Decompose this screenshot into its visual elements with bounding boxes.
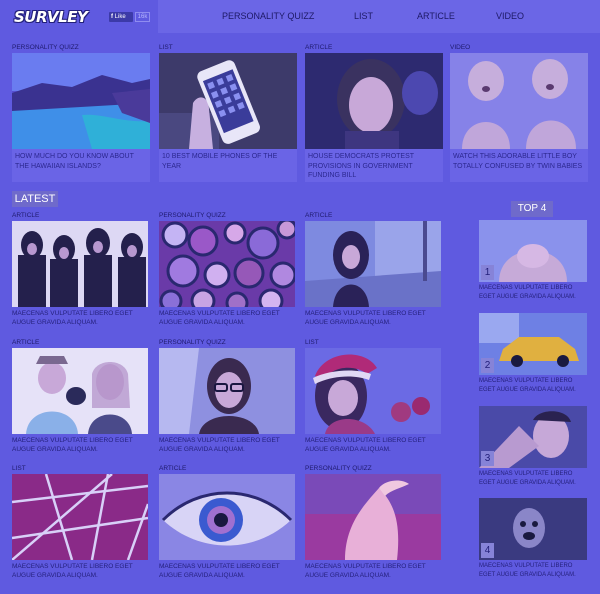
top4-heading: TOP 4 [511,201,553,217]
featured-image-babies[interactable] [450,53,588,149]
top4-image-hands[interactable]: 1 [479,220,587,282]
featured-category: ARTICLE [305,44,333,51]
latest-caption[interactable]: MAECENAS VULPUTATE LIBERO EGET AUGUE GRA… [12,436,148,454]
featured-caption[interactable]: HOUSE DEMOCRATS PROTEST PROVISIONS IN GO… [305,149,443,182]
latest-image-woman-glasses[interactable] [159,348,295,434]
facebook-icon: f [111,14,113,20]
nav-list[interactable]: LIST [354,11,373,21]
top4-image-scary-face[interactable]: 4 [479,498,587,560]
latest-image-eye[interactable] [159,474,295,560]
top4-card[interactable]: 1 MAECENAS VULPUTATE LIBERO EGET AUGUE G… [479,220,587,301]
latest-card[interactable]: PERSONALITY QUIZZ MAECENAS VULPUTATE LIB… [305,464,441,580]
latest-card[interactable]: LIST MAECENAS VULPUTATE LIBERO EGET AUGU… [12,464,148,580]
site-logo[interactable]: SURVLEY [14,8,88,26]
latest-image-couple[interactable] [12,348,148,434]
latest-category: PERSONALITY QUIZZ [159,212,226,219]
latest-caption[interactable]: MAECENAS VULPUTATE LIBERO EGET AUGUE GRA… [305,309,441,327]
top4-rank: 2 [481,358,494,373]
latest-category: ARTICLE [12,339,40,346]
facebook-like-label: Like [114,14,126,20]
featured-caption[interactable]: WATCH THIS ADORABLE LITTLE BOY TOTALLY C… [450,149,588,182]
latest-category: ARTICLE [159,465,187,472]
featured-category: VIDEO [450,44,471,51]
top4-card[interactable]: 3 MAECENAS VULPUTATE LIBERO EGET AUGUE G… [479,406,587,487]
latest-caption[interactable]: MAECENAS VULPUTATE LIBERO EGET AUGUE GRA… [12,309,148,327]
latest-caption[interactable]: MAECENAS VULPUTATE LIBERO EGET AUGUE GRA… [159,436,295,454]
latest-category: LIST [305,339,319,346]
top4-caption[interactable]: MAECENAS VULPUTATE LIBERO EGET AUGUE GRA… [479,562,587,579]
nav-video[interactable]: VIDEO [496,11,524,21]
latest-caption[interactable]: MAECENAS VULPUTATE LIBERO EGET AUGUE GRA… [159,309,295,327]
nav-personality-quizz[interactable]: PERSONALITY QUIZZ [222,11,314,21]
featured-category: LIST [159,44,173,51]
top4-caption[interactable]: MAECENAS VULPUTATE LIBERO EGET AUGUE GRA… [479,284,587,301]
facebook-like-count: 16k [135,12,150,22]
top4-card[interactable]: 2 MAECENAS VULPUTATE LIBERO EGET AUGUE G… [479,313,587,394]
top4-rank: 4 [481,543,494,558]
top4-rank: 1 [481,265,494,280]
top-bar: SURVLEY f Like 16k PERSONALITY QUIZZ LIS… [0,0,600,34]
top4-image-sports-car[interactable]: 2 [479,313,587,375]
latest-card[interactable]: PERSONALITY QUIZZ MAECENAS VULPUTATE LIB… [159,338,295,454]
latest-category: ARTICLE [305,212,333,219]
latest-image-santa-hat[interactable] [305,348,441,434]
featured-image-phone[interactable] [159,53,297,149]
featured-caption[interactable]: 10 BEST MOBILE PHONES OF THE YEAR [159,149,297,182]
latest-caption[interactable]: MAECENAS VULPUTATE LIBERO EGET AUGUE GRA… [159,562,295,580]
latest-image-swirl[interactable] [305,474,441,560]
latest-image-geometric[interactable] [12,474,148,560]
latest-image-bubbles[interactable] [159,221,295,307]
latest-category: PERSONALITY QUIZZ [305,465,372,472]
latest-image-band[interactable] [12,221,148,307]
latest-category: ARTICLE [12,212,40,219]
latest-image-woman-forest[interactable] [305,221,441,307]
featured-card-twin-babies[interactable]: VIDEO WATCH THIS ADORABLE LITTLE BOY TOT… [450,43,588,182]
latest-category: LIST [12,465,26,472]
featured-image-hawaii[interactable] [12,53,150,149]
latest-caption[interactable]: MAECENAS VULPUTATE LIBERO EGET AUGUE GRA… [305,436,441,454]
latest-card[interactable]: LIST MAECENAS VULPUTATE LIBERO EGET AUGU… [305,338,441,454]
latest-category: PERSONALITY QUIZZ [159,339,226,346]
featured-category: PERSONALITY QUIZZ [12,44,79,51]
top4-image-man-selfie[interactable]: 3 [479,406,587,468]
top4-caption[interactable]: MAECENAS VULPUTATE LIBERO EGET AUGUE GRA… [479,470,587,487]
top4-rank: 3 [481,451,494,466]
main-nav: PERSONALITY QUIZZ LIST ARTICLE VIDEO [158,0,600,33]
featured-card-house-democrats[interactable]: ARTICLE HOUSE DEMOCRATS PROTEST PROVISIO… [305,43,443,182]
featured-card-hawaii[interactable]: PERSONALITY QUIZZ HOW MUCH DO YOU KNOW A… [12,43,150,182]
latest-caption[interactable]: MAECENAS VULPUTATE LIBERO EGET AUGUE GRA… [12,562,148,580]
featured-card-phones[interactable]: LIST 10 BEST MOBILE PHONES OF THE YEAR [159,43,297,182]
latest-caption[interactable]: MAECENAS VULPUTATE LIBERO EGET AUGUE GRA… [305,562,441,580]
latest-card[interactable]: ARTICLE MAECENAS VULPUTATE LIBERO EGET A… [305,211,441,327]
latest-card[interactable]: ARTICLE MAECENAS VULPUTATE LIBERO EGET A… [12,211,148,327]
latest-heading: LATEST [12,191,58,207]
latest-card[interactable]: PERSONALITY QUIZZ MAECENAS VULPUTATE LIB… [159,211,295,327]
latest-card[interactable]: ARTICLE MAECENAS VULPUTATE LIBERO EGET A… [12,338,148,454]
top4-card[interactable]: 4 MAECENAS VULPUTATE LIBERO EGET AUGUE G… [479,498,587,579]
featured-caption[interactable]: HOW MUCH DO YOU KNOW ABOUT THE HAWAIIAN … [12,149,150,182]
latest-card[interactable]: ARTICLE MAECENAS VULPUTATE LIBERO EGET A… [159,464,295,580]
top4-caption[interactable]: MAECENAS VULPUTATE LIBERO EGET AUGUE GRA… [479,377,587,394]
nav-article[interactable]: ARTICLE [417,11,455,21]
featured-image-portrait[interactable] [305,53,443,149]
facebook-like-button[interactable]: f Like [109,12,133,22]
